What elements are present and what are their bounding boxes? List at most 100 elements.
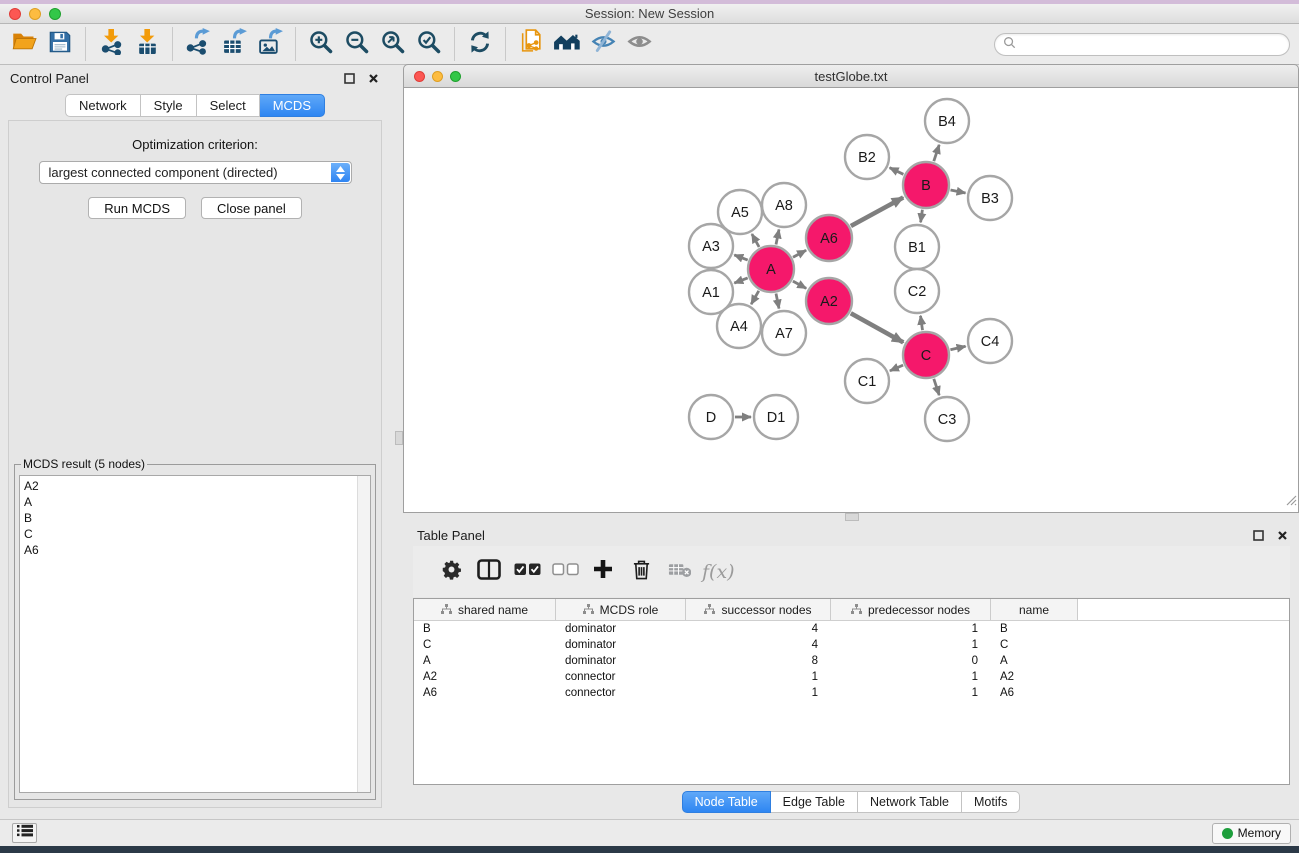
deselect-all-button[interactable] bbox=[546, 553, 584, 591]
column-header-shared-name[interactable]: shared name bbox=[414, 599, 556, 620]
result-list-scrollbar[interactable] bbox=[357, 476, 370, 792]
column-header-mcds-role[interactable]: MCDS role bbox=[556, 599, 686, 620]
cell-successor-nodes[interactable]: 4 bbox=[686, 639, 831, 651]
search-input[interactable] bbox=[1020, 34, 1289, 55]
run-mcds-button[interactable]: Run MCDS bbox=[88, 197, 186, 219]
edge-C-C2[interactable] bbox=[921, 316, 923, 330]
cell-shared-name[interactable]: C bbox=[414, 639, 556, 651]
optimization-criterion-select[interactable]: largest connected component (directed) bbox=[39, 161, 352, 184]
close-window-button[interactable] bbox=[9, 8, 21, 20]
table-row[interactable]: A6connector11A6 bbox=[414, 685, 1289, 701]
edge-A-A4[interactable] bbox=[751, 291, 759, 304]
edge-A-A3[interactable] bbox=[734, 255, 747, 260]
graph-node-B2[interactable]: B2 bbox=[845, 135, 889, 179]
cell-name[interactable]: A6 bbox=[991, 687, 1078, 699]
graph-node-B4[interactable]: B4 bbox=[925, 99, 969, 143]
cell-mcds-role[interactable]: connector bbox=[556, 687, 686, 699]
edge-B-B4[interactable] bbox=[934, 145, 939, 161]
zoom-window-button[interactable] bbox=[49, 8, 61, 20]
table-settings-button[interactable] bbox=[432, 553, 470, 591]
edge-A-A6[interactable] bbox=[793, 250, 806, 257]
graph-node-B1[interactable]: B1 bbox=[895, 225, 939, 269]
network-minimize-button[interactable] bbox=[432, 71, 443, 82]
table-row[interactable]: Bdominator41B bbox=[414, 621, 1289, 637]
float-table-panel-button[interactable] bbox=[1251, 528, 1265, 542]
close-table-panel-button[interactable] bbox=[1275, 528, 1289, 542]
cell-successor-nodes[interactable]: 1 bbox=[686, 687, 831, 699]
network-window-titlebar[interactable]: testGlobe.txt bbox=[403, 64, 1299, 88]
close-panel-button[interactable] bbox=[366, 71, 380, 85]
cell-mcds-role[interactable]: dominator bbox=[556, 623, 686, 635]
edge-C-C1[interactable] bbox=[890, 365, 903, 371]
tab-network[interactable]: Network bbox=[65, 94, 141, 117]
edge-B-B3[interactable] bbox=[951, 190, 966, 193]
result-item-a[interactable]: A bbox=[24, 494, 354, 510]
graph-node-A3[interactable]: A3 bbox=[689, 224, 733, 268]
edge-C-C3[interactable] bbox=[934, 379, 939, 395]
zoom-selected-button[interactable] bbox=[411, 26, 447, 62]
graph-node-A8[interactable]: A8 bbox=[762, 183, 806, 227]
cell-successor-nodes[interactable]: 1 bbox=[686, 671, 831, 683]
show-column-button[interactable] bbox=[470, 553, 508, 591]
cell-name[interactable]: A2 bbox=[991, 671, 1078, 683]
graph-node-B3[interactable]: B3 bbox=[968, 176, 1012, 220]
column-header-successor-nodes[interactable]: successor nodes bbox=[686, 599, 831, 620]
graph-node-C1[interactable]: C1 bbox=[845, 359, 889, 403]
result-item-c[interactable]: C bbox=[24, 526, 354, 542]
search-field[interactable] bbox=[994, 33, 1290, 56]
cell-successor-nodes[interactable]: 4 bbox=[686, 623, 831, 635]
edge-A-A1[interactable] bbox=[734, 278, 747, 283]
delete-table-button[interactable] bbox=[660, 553, 698, 591]
import-table-button[interactable] bbox=[129, 26, 165, 62]
graph-node-A6[interactable]: A6 bbox=[806, 215, 852, 261]
edge-A6-B[interactable] bbox=[851, 198, 903, 227]
table-row[interactable]: A2connector11A2 bbox=[414, 669, 1289, 685]
cell-name[interactable]: C bbox=[991, 639, 1078, 651]
network-graph[interactable]: B4B2BB3A8A5A6A3B1AA1C2A2A4A7C4CC1DD1C3 bbox=[404, 88, 1298, 511]
close-mcds-panel-button[interactable]: Close panel bbox=[201, 197, 302, 219]
graph-node-D1[interactable]: D1 bbox=[754, 395, 798, 439]
vertical-splitter-handle[interactable] bbox=[395, 431, 403, 445]
network-zoom-button[interactable] bbox=[450, 71, 461, 82]
hide-graphics-details-button[interactable] bbox=[585, 26, 621, 62]
cell-predecessor-nodes[interactable]: 1 bbox=[831, 687, 991, 699]
zoom-fit-button[interactable] bbox=[375, 26, 411, 62]
result-item-a6[interactable]: A6 bbox=[24, 542, 354, 558]
table-row[interactable]: Cdominator41C bbox=[414, 637, 1289, 653]
graph-node-A[interactable]: A bbox=[748, 246, 794, 292]
result-item-a2[interactable]: A2 bbox=[24, 478, 354, 494]
tab-mcds[interactable]: MCDS bbox=[260, 94, 325, 117]
import-network-button[interactable] bbox=[93, 26, 129, 62]
graph-node-C3[interactable]: C3 bbox=[925, 397, 969, 441]
cell-mcds-role[interactable]: dominator bbox=[556, 655, 686, 667]
graph-node-A2[interactable]: A2 bbox=[806, 278, 852, 324]
cell-mcds-role[interactable]: dominator bbox=[556, 639, 686, 651]
cell-mcds-role[interactable]: connector bbox=[556, 671, 686, 683]
edge-C-C4[interactable] bbox=[950, 346, 965, 349]
zoom-in-button[interactable] bbox=[303, 26, 339, 62]
delete-row-button[interactable] bbox=[622, 553, 660, 591]
edge-A-A7[interactable] bbox=[776, 294, 779, 309]
tab-style[interactable]: Style bbox=[141, 94, 197, 117]
column-header-name[interactable]: name bbox=[991, 599, 1078, 620]
cell-successor-nodes[interactable]: 8 bbox=[686, 655, 831, 667]
cell-name[interactable]: B bbox=[991, 623, 1078, 635]
cell-shared-name[interactable]: A2 bbox=[414, 671, 556, 683]
graph-node-B[interactable]: B bbox=[903, 162, 949, 208]
edge-A-A2[interactable] bbox=[793, 281, 806, 288]
graph-node-D[interactable]: D bbox=[689, 395, 733, 439]
memory-button[interactable]: Memory bbox=[1212, 823, 1291, 844]
tab-node-table[interactable]: Node Table bbox=[682, 791, 771, 813]
network-canvas[interactable]: B4B2BB3A8A5A6A3B1AA1C2A2A4A7C4CC1DD1C3 bbox=[403, 88, 1299, 513]
edge-A2-C[interactable] bbox=[851, 313, 904, 342]
minimize-window-button[interactable] bbox=[29, 8, 41, 20]
cell-shared-name[interactable]: B bbox=[414, 623, 556, 635]
cell-predecessor-nodes[interactable]: 0 bbox=[831, 655, 991, 667]
graph-node-C[interactable]: C bbox=[903, 332, 949, 378]
cell-shared-name[interactable]: A6 bbox=[414, 687, 556, 699]
tab-network-table[interactable]: Network Table bbox=[858, 791, 962, 813]
app-titlebar[interactable]: Session: New Session bbox=[0, 4, 1299, 24]
home-button[interactable] bbox=[549, 26, 585, 62]
graph-node-A7[interactable]: A7 bbox=[762, 311, 806, 355]
result-item-b[interactable]: B bbox=[24, 510, 354, 526]
